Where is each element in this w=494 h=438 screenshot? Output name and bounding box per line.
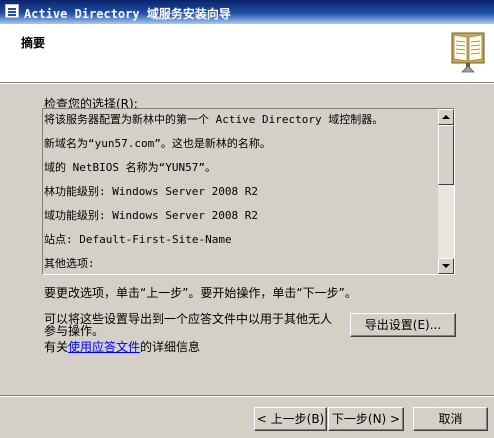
back-button[interactable]: < 上一步(B) bbox=[254, 407, 327, 431]
more-info-text: 有关使用应答文件的详细信息 bbox=[44, 338, 200, 355]
more-info-prefix: 有关 bbox=[44, 340, 69, 354]
more-info-suffix: 的详细信息 bbox=[140, 340, 201, 354]
review-lines: 将该服务器配置为新林中的第一个 Active Directory 域控制器。 新… bbox=[43, 109, 437, 274]
wizard-header: 摘要 bbox=[0, 24, 494, 83]
next-button[interactable]: 下一步(N) > bbox=[328, 407, 404, 431]
review-listbox[interactable]: 将该服务器配置为新林中的第一个 Active Directory 域控制器。 新… bbox=[42, 108, 455, 275]
scroll-thumb[interactable] bbox=[438, 125, 454, 185]
review-line: 域功能级别: Windows Server 2008 R2 bbox=[44, 209, 258, 222]
cancel-button[interactable]: 取消 bbox=[413, 407, 488, 431]
navigation-instructions: 要更改选项，单击“上一步”。要开始操作，单击“下一步”。 bbox=[44, 286, 357, 300]
answer-file-help-link[interactable]: 使用应答文件 bbox=[68, 340, 140, 354]
vertical-scrollbar[interactable] bbox=[438, 109, 454, 274]
title-bar: Active Directory 域服务安装向导 bbox=[0, 0, 494, 24]
arrow-down-icon bbox=[442, 264, 450, 268]
review-line: 新域名为“yun57.com”。这也是新林的名称。 bbox=[44, 137, 271, 150]
export-description: 可以将这些设置导出到一个应答文件中以用于其他无人参与操作。 bbox=[44, 312, 333, 338]
review-line: 林功能级别: Windows Server 2008 R2 bbox=[44, 185, 258, 198]
review-line: 其他选项: bbox=[44, 257, 95, 270]
scroll-down-button[interactable] bbox=[438, 258, 454, 274]
review-line: 域的 NetBIOS 名称为“YUN57”。 bbox=[44, 161, 216, 174]
header-divider bbox=[0, 83, 494, 84]
page-heading: 摘要 bbox=[21, 36, 46, 50]
arrow-up-icon bbox=[442, 115, 450, 119]
app-icon bbox=[5, 4, 19, 18]
book-icon bbox=[451, 32, 485, 73]
scroll-up-button[interactable] bbox=[438, 109, 454, 125]
export-settings-button[interactable]: 导出设置(E)... bbox=[350, 313, 456, 337]
footer-divider bbox=[0, 395, 494, 397]
review-line: 站点: Default-First-Site-Name bbox=[44, 233, 232, 246]
review-line: 将该服务器配置为新林中的第一个 Active Directory 域控制器。 bbox=[44, 113, 384, 126]
window-title: Active Directory 域服务安装向导 bbox=[24, 7, 231, 21]
